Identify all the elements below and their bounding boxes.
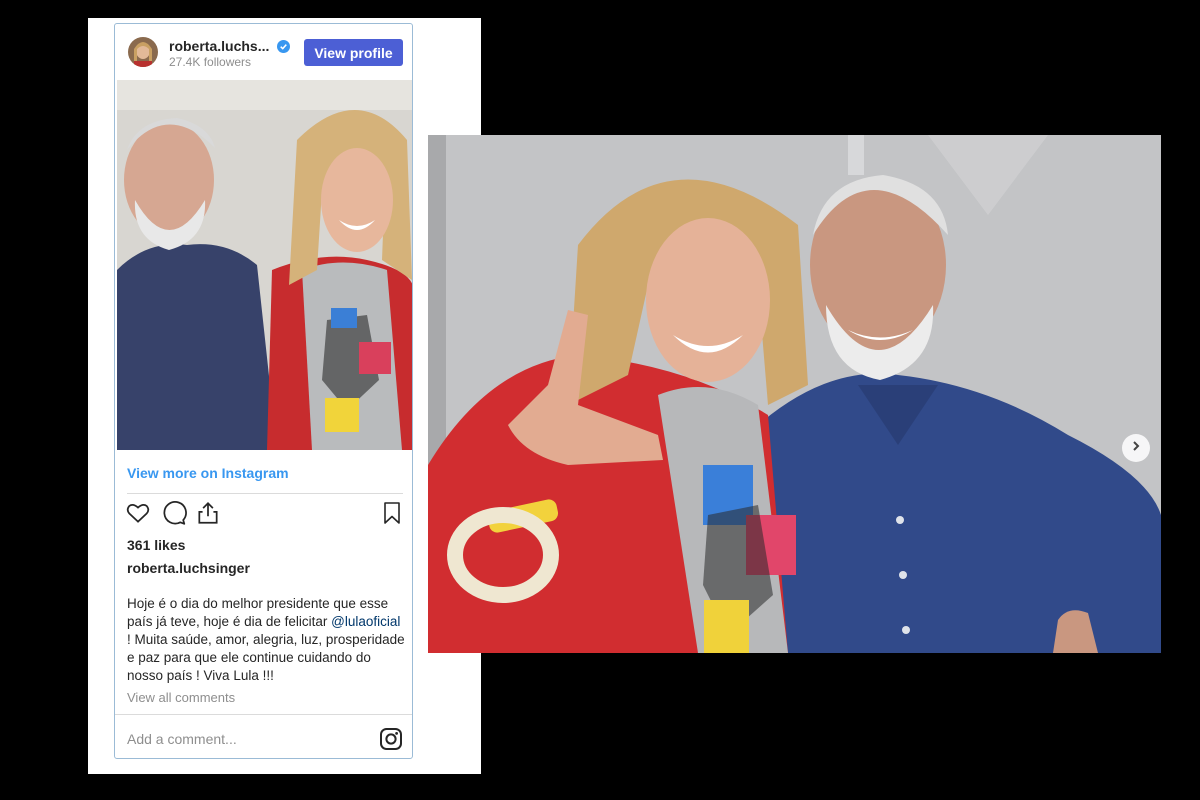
username-text[interactable]: roberta.luchs... (169, 38, 269, 54)
chevron-right-icon (1130, 439, 1142, 457)
instagram-embed-card: roberta.luchs... 27.4K followers View pr… (114, 23, 413, 759)
view-all-comments-link[interactable]: View all comments (127, 690, 235, 705)
post-photo[interactable] (117, 80, 412, 450)
view-profile-button[interactable]: View profile (304, 39, 403, 66)
divider (127, 493, 403, 494)
view-more-on-instagram-link[interactable]: View more on Instagram (127, 465, 289, 481)
mention-link[interactable]: @lulaoficial (331, 614, 400, 629)
bookmark-icon[interactable] (380, 500, 404, 531)
next-photo-button[interactable] (1122, 434, 1150, 462)
instagram-icon[interactable] (379, 727, 403, 756)
like-count[interactable]: 361 likes (127, 537, 185, 553)
divider (115, 714, 412, 715)
add-comment-input[interactable] (125, 726, 369, 752)
follower-count: 27.4K followers (169, 55, 252, 69)
username[interactable]: roberta.luchs... (169, 38, 291, 56)
avatar[interactable] (128, 37, 158, 67)
share-icon[interactable] (195, 500, 221, 531)
verified-badge-icon (277, 40, 291, 56)
caption-text-end: ! Muita saúde, amor, alegria, luz, prosp… (127, 632, 405, 683)
heart-icon[interactable] (125, 500, 151, 531)
embed-header: roberta.luchs... 27.4K followers View pr… (115, 24, 412, 80)
caption-author[interactable]: roberta.luchsinger (127, 560, 250, 576)
comment-icon[interactable] (161, 500, 187, 531)
post-caption: Hoje é o dia do melhor presidente que es… (127, 595, 407, 685)
action-bar (125, 500, 405, 530)
large-post-photo (428, 135, 1161, 653)
